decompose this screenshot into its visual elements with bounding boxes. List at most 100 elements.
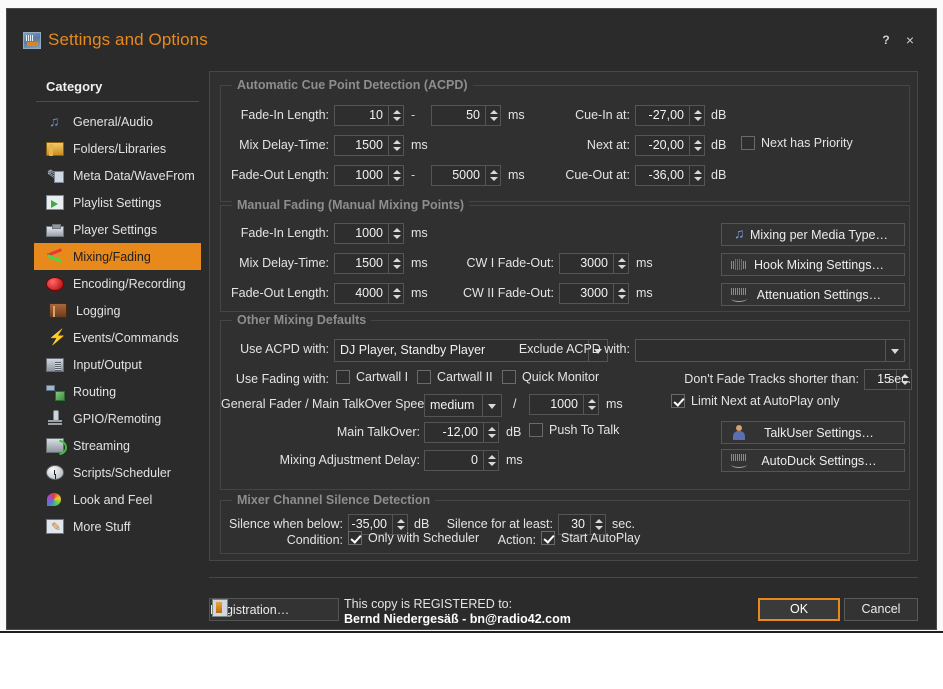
sidebar-item-encoding-recording[interactable]: Encoding/Recording: [34, 270, 201, 297]
sidebar-item-events-commands[interactable]: Events/Commands: [34, 324, 201, 351]
checkbox-box: [417, 370, 431, 384]
record-icon: [46, 277, 64, 291]
stepper-arrows[interactable]: [483, 451, 498, 470]
stepper-arrows[interactable]: [483, 423, 498, 442]
button-label: AutoDuck Settings…: [761, 453, 877, 468]
input-acpd-fade-in-min[interactable]: 10: [334, 105, 404, 126]
sidebar-item-more-stuff[interactable]: More Stuff: [34, 513, 201, 540]
sidebar-item-logging[interactable]: Logging: [34, 297, 201, 324]
label-action: Action:: [497, 533, 536, 547]
input-manual-fade-out[interactable]: 4000: [334, 283, 404, 304]
checkbox-push-to-talk[interactable]: Push To Talk: [529, 423, 619, 437]
value: 1500: [355, 138, 383, 152]
input-acpd-fade-out-min[interactable]: 1000: [334, 165, 404, 186]
sidebar-item-label: Logging: [76, 303, 121, 318]
ok-button[interactable]: OK: [758, 598, 840, 621]
registration-button[interactable]: Registration…: [209, 598, 339, 621]
checkbox-only-with-scheduler[interactable]: Only with Scheduler: [348, 531, 479, 545]
stepper-arrows[interactable]: [689, 106, 704, 125]
input-acpd-mix-delay[interactable]: 1500: [334, 135, 404, 156]
attenuation-waveform-icon: [730, 287, 748, 303]
stepper-arrows[interactable]: [388, 166, 403, 185]
button-hook-mixing-settings[interactable]: Hook Mixing Settings…: [721, 253, 905, 276]
checkbox-label: Quick Monitor: [522, 370, 600, 384]
input-acpd-fade-in-max[interactable]: 50: [431, 105, 501, 126]
button-attenuation-settings[interactable]: Attenuation Settings…: [721, 283, 905, 306]
metadata-pen-icon: [46, 168, 64, 184]
sidebar-item-look-and-feel[interactable]: Look and Feel: [34, 486, 201, 513]
sidebar-item-scripts-scheduler[interactable]: Scripts/Scheduler: [34, 459, 201, 486]
unit-manual-fade-in: ms: [411, 226, 428, 240]
checkbox-box: [348, 531, 362, 545]
input-acpd-fade-out-max[interactable]: 5000: [431, 165, 501, 186]
stepper-arrows[interactable]: [388, 224, 403, 243]
checkbox-cartwall-2[interactable]: Cartwall II: [417, 370, 493, 384]
input-mixing-adjustment-delay[interactable]: 0: [424, 450, 499, 471]
sidebar-item-gpio-remoting[interactable]: GPIO/Remoting: [34, 405, 201, 432]
checkbox-cartwall-1[interactable]: Cartwall I: [336, 370, 408, 384]
sidebar-item-label: Mixing/Fading: [73, 249, 151, 264]
input-fader-speed-ms[interactable]: 1000: [529, 394, 599, 415]
sidebar-item-streaming[interactable]: Streaming: [34, 432, 201, 459]
input-acpd-next-at[interactable]: -20,00: [635, 135, 705, 156]
sidebar-item-playlist-settings[interactable]: Playlist Settings: [34, 189, 201, 216]
value: 10: [369, 108, 383, 122]
stepper-arrows[interactable]: [613, 254, 628, 273]
button-mixing-per-media-type[interactable]: Mixing per Media Type…: [721, 223, 905, 246]
stepper-arrows[interactable]: [388, 106, 403, 125]
stepper-arrows[interactable]: [689, 166, 704, 185]
label-use-fading-with: Use Fading with:: [235, 372, 329, 386]
stepper-arrows[interactable]: [613, 284, 628, 303]
chevron-down-icon[interactable]: [885, 340, 904, 361]
checkbox-quick-monitor[interactable]: Quick Monitor: [502, 370, 599, 384]
select-fader-speed[interactable]: medium: [424, 394, 502, 417]
checkbox-next-has-priority[interactable]: Next has Priority: [741, 136, 853, 150]
label-condition: Condition:: [286, 533, 343, 547]
checkbox-box: [502, 370, 516, 384]
stepper-arrows[interactable]: [485, 106, 500, 125]
value: -27,00: [648, 108, 684, 122]
chevron-down-icon[interactable]: [482, 395, 501, 416]
sidebar-item-mixing-fading[interactable]: Mixing/Fading: [34, 243, 201, 270]
sidebar-item-general-audio[interactable]: General/Audio: [34, 108, 201, 135]
checkbox-box: [741, 136, 755, 150]
sidebar-item-input-output[interactable]: Input/Output: [34, 351, 201, 378]
sidebar-item-routing[interactable]: Routing: [34, 378, 201, 405]
input-acpd-cue-in[interactable]: -27,00: [635, 105, 705, 126]
mixing-crossfade-icon: [46, 249, 64, 265]
sidebar-item-label: Input/Output: [73, 357, 142, 372]
group-other-mixing-defaults: Other Mixing Defaults Use ACPD with: DJ …: [220, 313, 912, 490]
unit-main-talkover: dB: [506, 425, 522, 439]
streaming-icon: [46, 438, 64, 453]
stepper-arrows[interactable]: [388, 284, 403, 303]
input-cw1-fade-out[interactable]: 3000: [559, 253, 629, 274]
group-silence-detection: Mixer Channel Silence Detection Silence …: [220, 493, 910, 554]
stepper-arrows[interactable]: [388, 254, 403, 273]
input-acpd-cue-out[interactable]: -36,00: [635, 165, 705, 186]
screen-root: Settings and Options ? × Category Genera…: [0, 0, 943, 689]
stepper-arrows[interactable]: [388, 136, 403, 155]
sidebar-item-player-settings[interactable]: Player Settings: [34, 216, 201, 243]
input-manual-mix-delay[interactable]: 1500: [334, 253, 404, 274]
group-other-mixing-legend: Other Mixing Defaults: [232, 313, 372, 327]
close-icon[interactable]: ×: [902, 32, 918, 48]
button-label: Mixing per Media Type…: [749, 227, 889, 242]
button-autoduck-settings[interactable]: AutoDuck Settings…: [721, 449, 905, 472]
cancel-button[interactable]: Cancel: [844, 598, 918, 621]
input-cw2-fade-out[interactable]: 3000: [559, 283, 629, 304]
checkbox-limit-next-autoplay[interactable]: Limit Next at AutoPlay only: [671, 394, 840, 408]
select-exclude-acpd-with[interactable]: [635, 339, 905, 362]
checkbox-start-autoplay[interactable]: Start AutoPlay: [541, 531, 640, 545]
clock-icon: [46, 465, 64, 480]
help-icon[interactable]: ?: [878, 32, 894, 48]
sidebar-item-meta-data[interactable]: Meta Data/WaveFrom: [34, 162, 201, 189]
stepper-arrows[interactable]: [689, 136, 704, 155]
unit-manual-mix-delay: ms: [411, 256, 428, 270]
input-main-talkover[interactable]: -12,00: [424, 422, 499, 443]
stepper-arrows[interactable]: [583, 395, 598, 414]
folder-icon: [46, 141, 64, 156]
button-talkuser-settings[interactable]: TalkUser Settings…: [721, 421, 905, 444]
sidebar-item-folders-libraries[interactable]: Folders/Libraries: [34, 135, 201, 162]
stepper-arrows[interactable]: [485, 166, 500, 185]
input-manual-fade-in[interactable]: 1000: [334, 223, 404, 244]
